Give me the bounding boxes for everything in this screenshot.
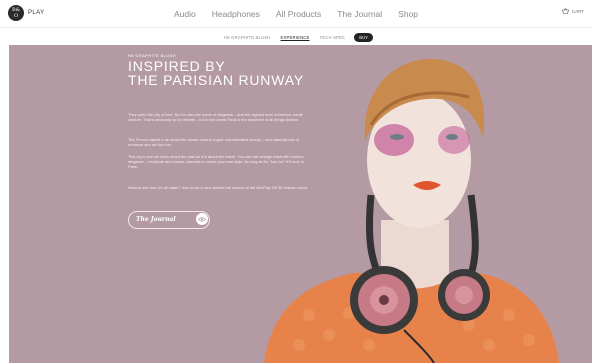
hero-section: H6 GRAPHITE BLUSH INSPIRED BY THE PARISI… — [9, 45, 592, 363]
story-paragraph-1: They call it the city of love. But it's … — [128, 112, 303, 123]
buy-button[interactable]: BUY — [354, 33, 373, 42]
nav-item-shop[interactable]: Shop — [398, 9, 418, 19]
journal-button-label: The Journal — [136, 216, 176, 223]
cart-label: CART — [571, 8, 584, 14]
headline-line-1: INSPIRED BY — [128, 58, 226, 74]
product-subnav: H6 GRAPHITE BLUSH EXPERIENCE TECH SPEC B… — [0, 27, 592, 46]
nav-item-the-journal[interactable]: The Journal — [337, 9, 382, 19]
hero-headline: INSPIRED BY THE PARISIAN RUNWAY — [128, 59, 304, 87]
journal-button[interactable]: The Journal — [128, 211, 210, 229]
story-paragraph-2: The French capital is all about the clas… — [128, 137, 299, 148]
subnav-item-tech-spec[interactable]: TECH SPEC — [320, 35, 346, 40]
story-paragraph-3: This city is just as much about the past… — [128, 154, 304, 170]
model-with-headphones-image — [264, 58, 559, 363]
nav-item-audio[interactable]: Audio — [174, 9, 196, 19]
cart-link[interactable]: CART — [561, 8, 584, 14]
story-paragraph-4: Want to see how it's all made? Join us f… — [128, 185, 309, 190]
subnav-item-graphite-blush[interactable]: H6 GRAPHITE BLUSH — [224, 35, 270, 40]
nav-item-headphones[interactable]: Headphones — [212, 9, 260, 19]
top-navigation: B& O PLAY Audio Headphones All Products … — [0, 0, 592, 27]
eye-icon — [196, 213, 208, 225]
nav-item-all-products[interactable]: All Products — [276, 9, 321, 19]
subnav-item-experience[interactable]: EXPERIENCE — [281, 35, 310, 40]
headline-line-2: THE PARISIAN RUNWAY — [128, 72, 304, 88]
basket-icon — [561, 8, 569, 14]
main-nav: Audio Headphones All Products The Journa… — [0, 9, 592, 19]
